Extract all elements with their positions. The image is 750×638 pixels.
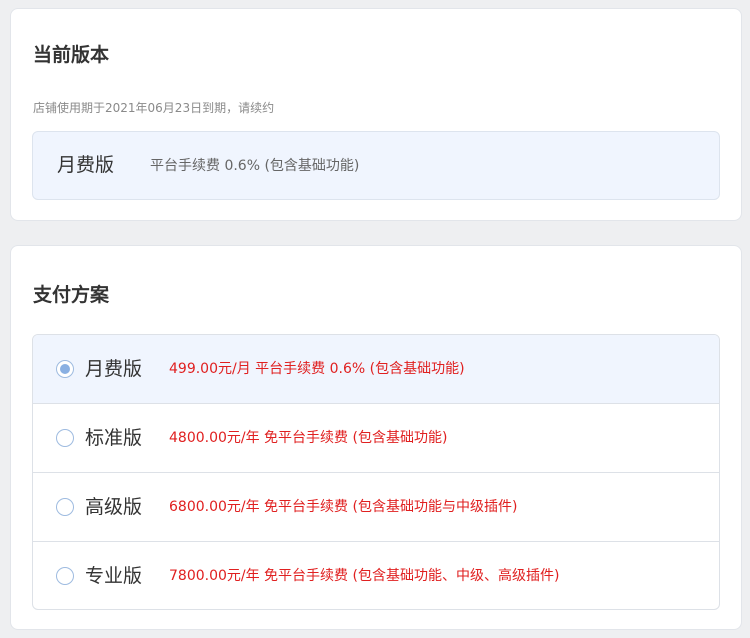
payment-plans-card: 支付方案 月费版 499.00元/月 平台手续费 0.6% (包含基础功能) 标… (10, 245, 742, 630)
radio-unchecked-icon[interactable] (56, 429, 74, 447)
current-plan-name: 月费版 (57, 154, 115, 176)
plan-name: 标准版 (85, 427, 143, 449)
plan-option-professional[interactable]: 专业版 7800.00元/年 免平台手续费 (包含基础功能、中级、高级插件) (33, 542, 719, 609)
current-plan-desc: 平台手续费 0.6% (包含基础功能) (150, 158, 360, 174)
radio-unchecked-icon[interactable] (56, 498, 74, 516)
plan-name: 月费版 (85, 358, 143, 380)
current-version-card: 当前版本 店铺使用期于2021年06月23日到期，请续约 月费版 平台手续费 0… (10, 8, 742, 221)
current-version-title: 当前版本 (33, 44, 110, 66)
plan-price: 6800.00元/年 免平台手续费 (包含基础功能与中级插件) (169, 499, 518, 515)
radio-unchecked-icon[interactable] (56, 567, 74, 585)
plan-name: 高级版 (85, 496, 143, 518)
plan-list: 月费版 499.00元/月 平台手续费 0.6% (包含基础功能) 标准版 48… (32, 334, 720, 610)
plan-price: 499.00元/月 平台手续费 0.6% (包含基础功能) (169, 361, 465, 377)
plan-option-monthly[interactable]: 月费版 499.00元/月 平台手续费 0.6% (包含基础功能) (33, 335, 719, 403)
payment-plans-title: 支付方案 (33, 284, 110, 306)
plan-price: 7800.00元/年 免平台手续费 (包含基础功能、中级、高级插件) (169, 568, 560, 584)
plan-price: 4800.00元/年 免平台手续费 (包含基础功能) (169, 430, 448, 446)
expiry-note: 店铺使用期于2021年06月23日到期，请续约 (33, 101, 275, 115)
radio-checked-icon[interactable] (56, 360, 74, 378)
current-plan-box: 月费版 平台手续费 0.6% (包含基础功能) (32, 131, 720, 200)
plan-option-advanced[interactable]: 高级版 6800.00元/年 免平台手续费 (包含基础功能与中级插件) (33, 473, 719, 541)
plan-name: 专业版 (85, 565, 143, 587)
plan-option-standard[interactable]: 标准版 4800.00元/年 免平台手续费 (包含基础功能) (33, 404, 719, 472)
